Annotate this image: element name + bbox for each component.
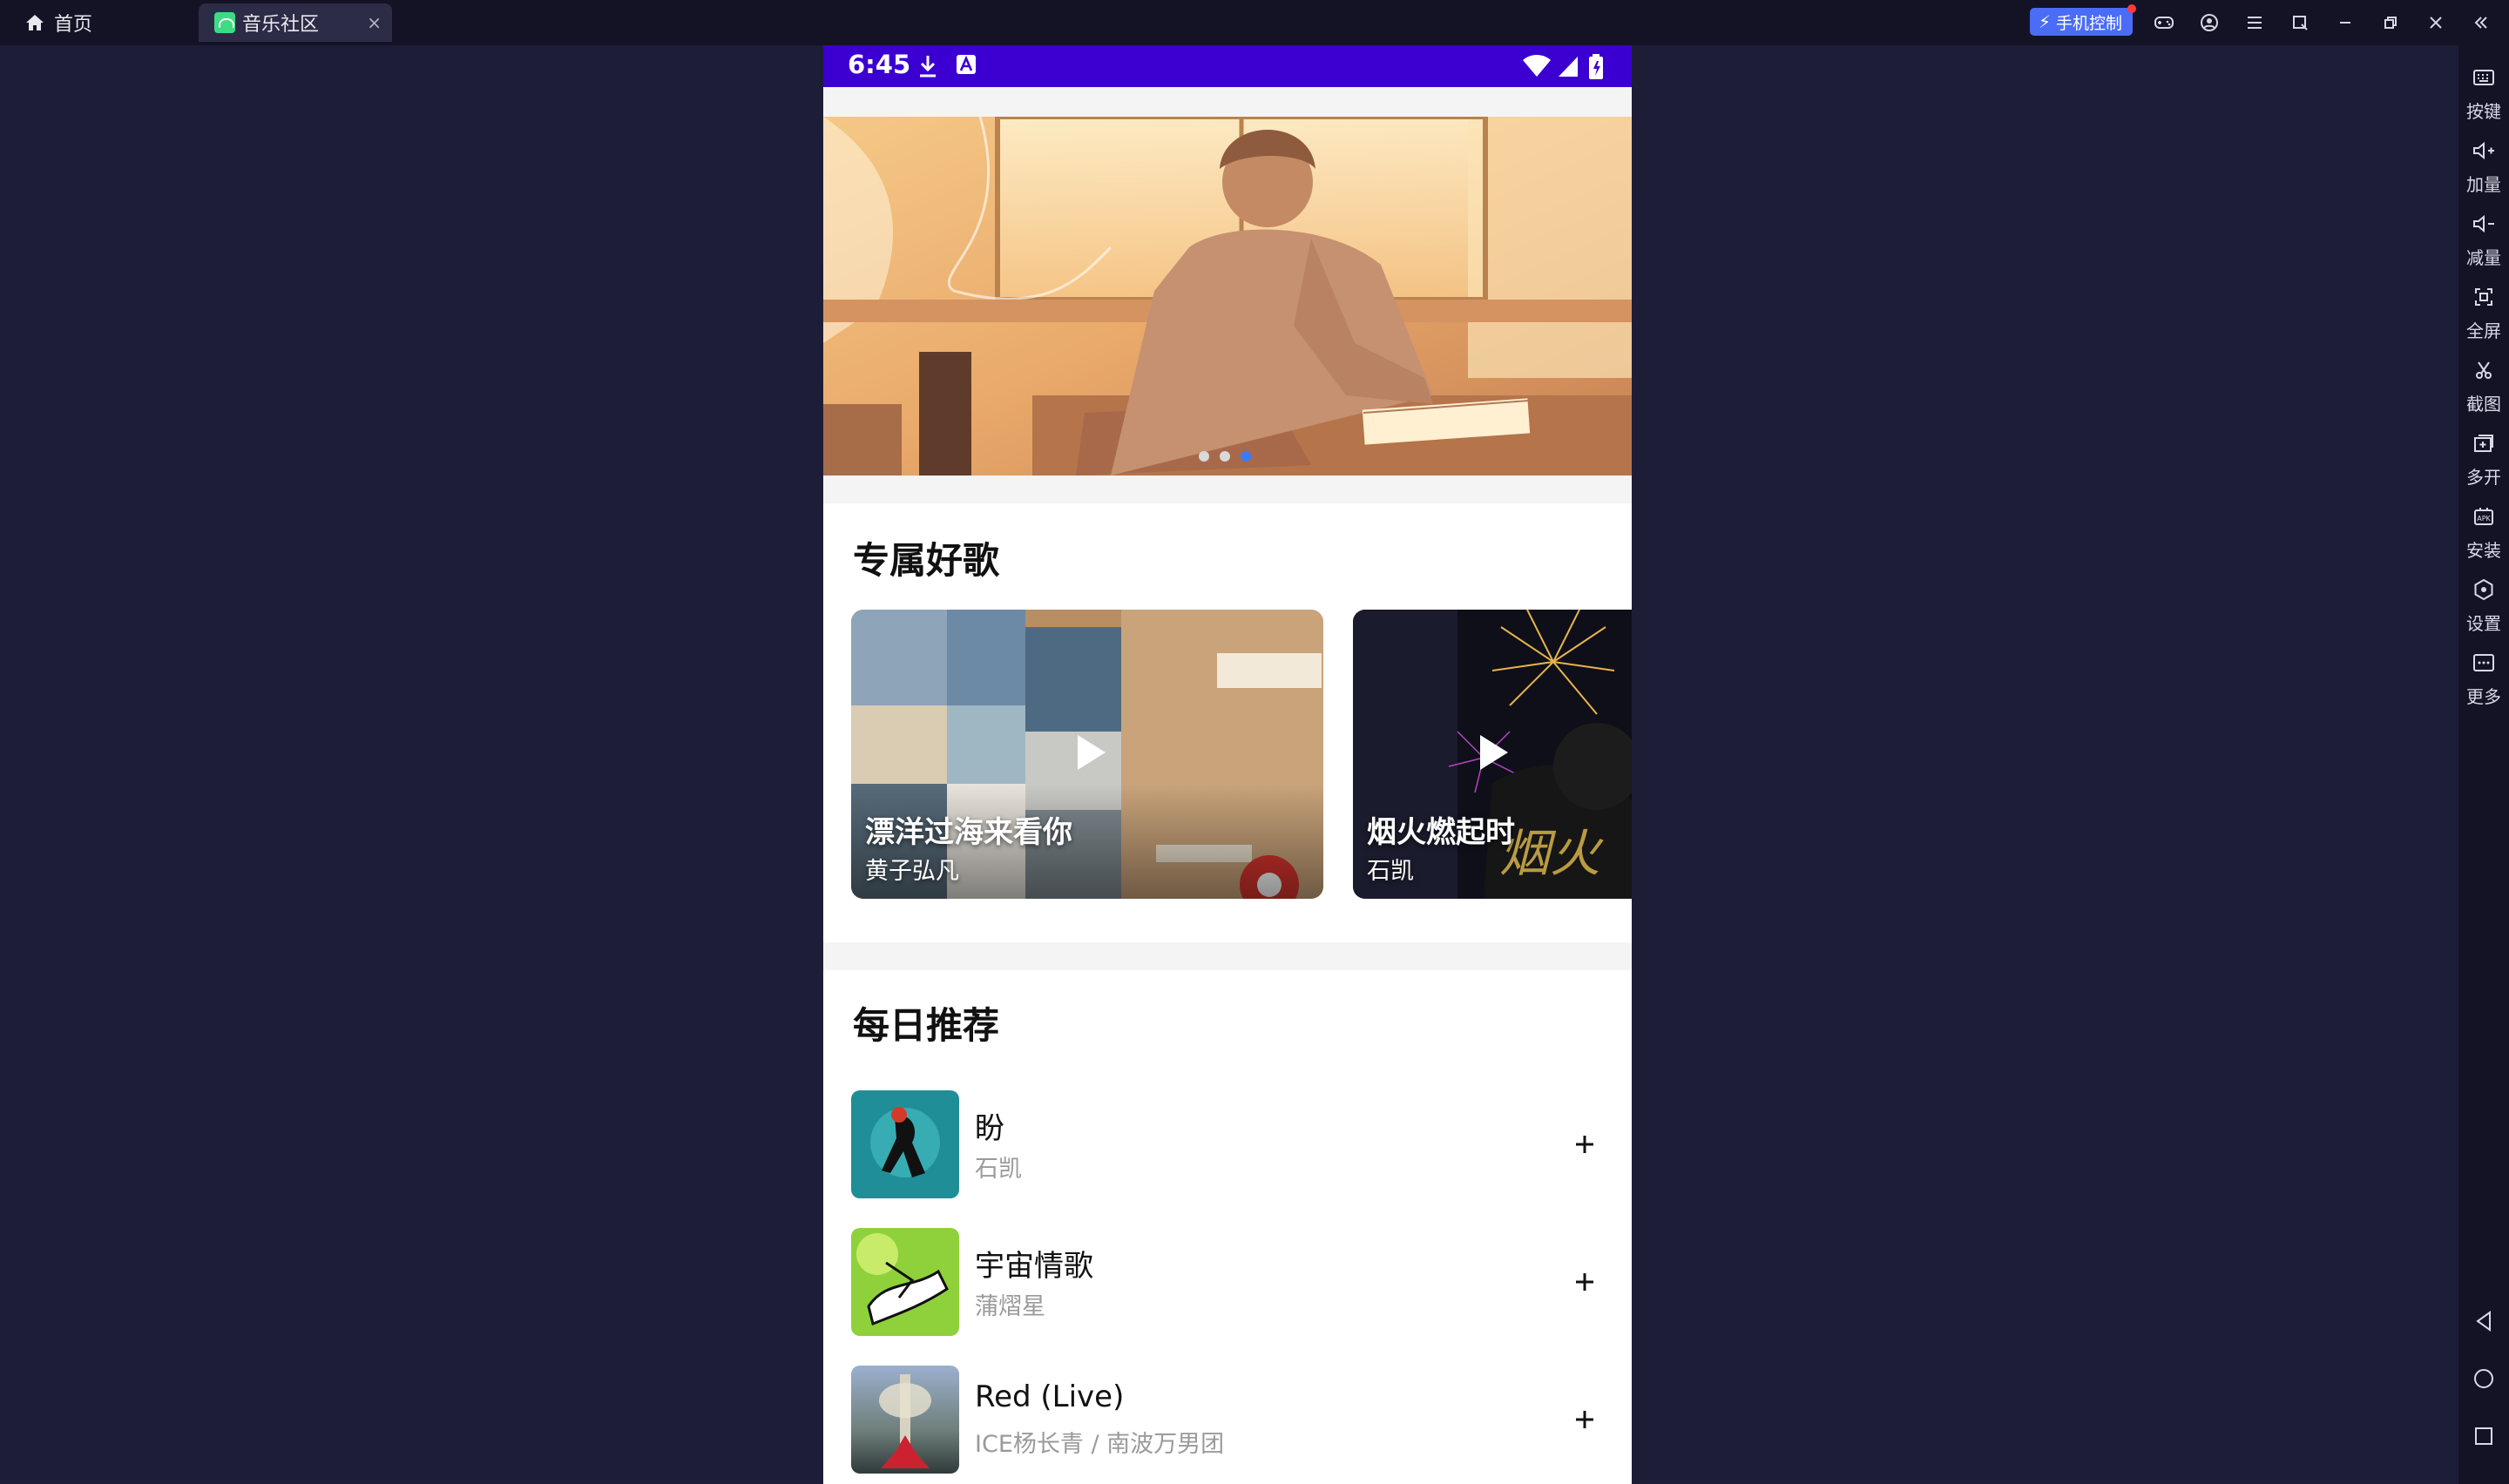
phone-control-button[interactable]: ⚡ 手机控制 <box>2030 4 2136 36</box>
apk-install-icon: APK <box>2471 503 2497 530</box>
carousel-dot-active[interactable] <box>1241 451 1251 462</box>
phone-control-label: 手机控制 <box>2056 13 2123 33</box>
tab-music-community[interactable]: 音乐社区 × <box>199 3 392 42</box>
recents-icon[interactable] <box>2471 1423 2497 1449</box>
carousel-indicator <box>1199 451 1251 462</box>
restore-icon[interactable] <box>2378 10 2403 35</box>
song-artist: 石凯 <box>975 1156 1022 1183</box>
song-card[interactable]: 漂洋过海来看你 黄子弘凡 <box>851 610 1323 899</box>
song-title: 宇宙情歌 <box>975 1249 1093 1284</box>
home-icon <box>26 15 44 30</box>
song-title: Red (Live) <box>975 1379 1125 1414</box>
notification-dot <box>2127 4 2136 13</box>
section-title: 每日推荐 <box>853 1004 1000 1047</box>
carousel-dot[interactable] <box>1199 451 1209 462</box>
signal-icon <box>1559 57 1578 77</box>
wifi-icon <box>1523 55 1551 77</box>
song-cover <box>851 1366 959 1474</box>
tab-home-label: 首页 <box>54 14 93 36</box>
add-icon[interactable] <box>1567 1127 1602 1162</box>
settings-icon <box>2471 577 2497 603</box>
song-list-item[interactable]: 盼 石凯 <box>823 1090 1632 1198</box>
song-cover <box>851 1228 959 1336</box>
account-icon[interactable] <box>2197 10 2222 35</box>
sidebar-item-label: 按键 <box>2466 101 2501 122</box>
sidebar-item-label: 多开 <box>2466 467 2501 488</box>
menu-icon[interactable] <box>2242 10 2267 35</box>
sidebar-item-label: 安装 <box>2466 540 2501 561</box>
song-list-item[interactable]: 宇宙情歌 蒲熠星 <box>823 1228 1632 1336</box>
gamepad-icon[interactable] <box>2152 10 2176 35</box>
svg-text:APK: APK <box>2477 515 2491 523</box>
sidebar-item-multi-instance[interactable]: 多开 <box>2458 430 2509 489</box>
status-bar: 6:45 <box>823 45 1632 87</box>
daily-recommend-section: 每日推荐 盼 石凯 宇宙情歌 蒲熠星 Red (Live) ICE杨长青 / 南… <box>823 970 1632 1484</box>
scissors-icon <box>2471 357 2497 383</box>
sidebar-item-keys[interactable]: 按键 <box>2458 64 2509 123</box>
exclusive-songs-section: 专属好歌 漂洋过海来看你 黄子弘凡 烟火 烟火燃起时 石凯 <box>823 503 1632 942</box>
multi-instance-icon <box>2471 430 2497 456</box>
tab-music-community-label: 音乐社区 <box>242 14 320 36</box>
status-time: 6:45 <box>848 50 911 79</box>
sidebar-item-label: 减量 <box>2466 247 2501 268</box>
volume-down-icon <box>2471 211 2497 237</box>
sidebar-item-volume-down[interactable]: 减量 <box>2458 211 2509 269</box>
sidebar-item-fullscreen[interactable]: 全屏 <box>2458 284 2509 342</box>
a-notification-icon <box>957 55 976 74</box>
download-icon <box>920 56 936 78</box>
song-list-item[interactable]: Red (Live) ICE杨长青 / 南波万男团 <box>823 1366 1632 1474</box>
sidebar-item-settings[interactable]: 设置 <box>2458 577 2509 635</box>
collapse-sidebar-icon[interactable] <box>2469 10 2493 35</box>
lightning-icon: ⚡ <box>2039 11 2052 32</box>
emulator-title-bar: 首页 音乐社区 × ⚡ 手机控制 <box>0 0 2509 45</box>
card-artist: 黄子弘凡 <box>865 858 959 885</box>
sidebar-item-screenshot[interactable]: 截图 <box>2458 357 2509 415</box>
add-icon[interactable] <box>1567 1402 1602 1437</box>
keyboard-icon <box>2471 64 2497 91</box>
minimize-icon[interactable] <box>2333 10 2357 35</box>
banner-illustration <box>823 117 1632 476</box>
more-icon <box>2471 650 2497 676</box>
close-window-icon[interactable] <box>2424 10 2448 35</box>
sidebar-item-label: 加量 <box>2466 174 2501 195</box>
android-app-icon <box>214 12 235 33</box>
sidebar-item-install[interactable]: APK 安装 <box>2458 503 2509 562</box>
sidebar-item-more[interactable]: 更多 <box>2458 650 2509 708</box>
sidebar-item-label: 设置 <box>2466 613 2501 634</box>
song-cover <box>851 1090 959 1198</box>
card-title: 漂洋过海来看你 <box>865 815 1072 850</box>
sidebar-item-label: 截图 <box>2466 394 2501 415</box>
card-title: 烟火燃起时 <box>1367 815 1515 850</box>
back-icon[interactable] <box>2471 1308 2497 1334</box>
sidebar-item-label: 全屏 <box>2466 320 2501 341</box>
tab-home[interactable]: 首页 <box>24 3 92 42</box>
play-icon[interactable] <box>1069 732 1111 773</box>
section-title: 专属好歌 <box>853 539 1000 582</box>
pin-window-icon[interactable] <box>2288 10 2312 35</box>
volume-up-icon <box>2471 138 2497 164</box>
carousel-dot[interactable] <box>1220 451 1230 462</box>
song-artist: 蒲熠星 <box>975 1293 1045 1320</box>
emulator-sidebar: 按键 加量 减量 全屏 截图 多开 APK 安装 设置 更多 <box>2458 45 2509 1484</box>
card-artist: 石凯 <box>1367 858 1414 885</box>
banner-carousel[interactable] <box>823 117 1632 476</box>
home-circle-icon[interactable] <box>2471 1366 2497 1392</box>
song-artist: ICE杨长青 / 南波万男团 <box>975 1431 1225 1458</box>
svg-text:烟火: 烟火 <box>1499 824 1604 883</box>
play-icon[interactable] <box>1471 732 1513 773</box>
add-icon[interactable] <box>1567 1265 1602 1299</box>
battery-icon <box>1589 54 1603 79</box>
close-tab-icon[interactable]: × <box>367 12 382 33</box>
song-card[interactable]: 烟火 烟火燃起时 石凯 <box>1353 610 1632 899</box>
phone-screen: 6:45 专属好歌 漂洋过海来看你 黄子弘凡 烟火 烟火燃起时 石凯 每日推荐 … <box>823 45 1632 1484</box>
song-title: 盼 <box>975 1111 1004 1146</box>
fullscreen-icon <box>2471 284 2497 310</box>
sidebar-item-label: 更多 <box>2466 686 2501 707</box>
sidebar-item-volume-up[interactable]: 加量 <box>2458 138 2509 196</box>
